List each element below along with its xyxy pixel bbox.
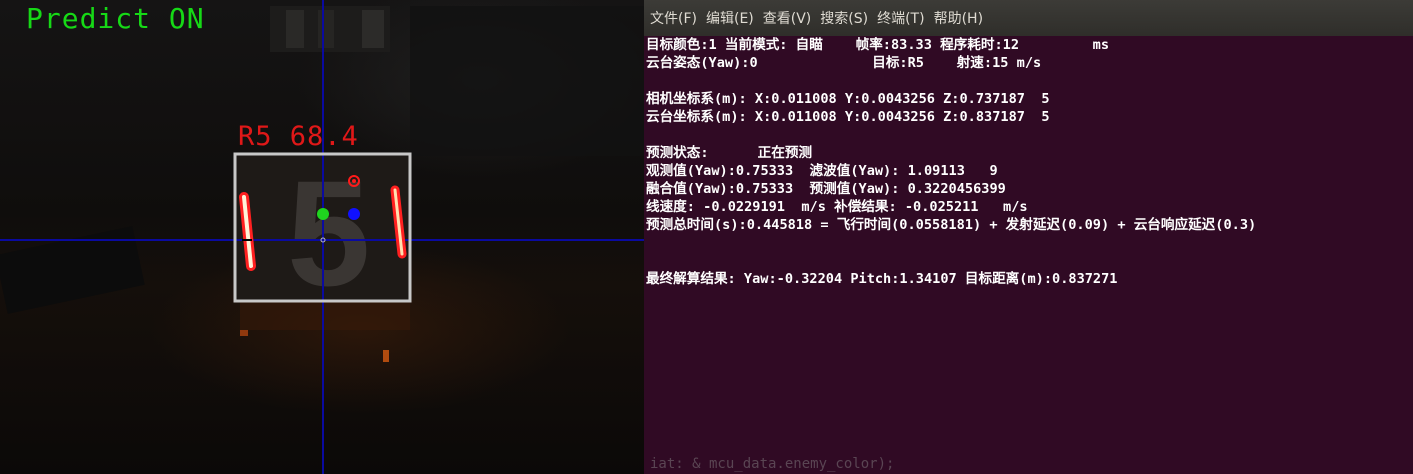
output-line-observed-value: 观测值(Yaw):0.75333 滤波值(Yaw): 1.09113 9 [646,163,998,179]
menu-view[interactable]: 查看(V) [763,6,812,30]
armor-number-digit: 5 [287,149,370,317]
output-line-velocity: 线速度: -0.0229191 m/s 补偿结果: -0.025211 m/s [646,199,1028,215]
output-line-final-result: 最终解算结果: Yaw:-0.32204 Pitch:1.34107 目标距离(… [646,271,1118,287]
camera-feed: 5 Predict ON R5 68.4 [0,0,644,474]
output-line-blank [646,126,1411,144]
output-line-total-time: 预测总时间(s):0.445818 = 飞行时间(0.0558181) + 发射… [646,217,1257,233]
menu-terminal[interactable]: 终端(T) [877,6,924,30]
output-line-camera-coords: 相机坐标系(m): X:0.011008 Y:0.0043256 Z:0.737… [646,91,1050,107]
red-marker-dot [352,179,356,183]
target-id-label: R5 68.4 [238,121,359,152]
reflection-light [240,330,248,336]
menu-file[interactable]: 文件(F) [650,6,697,30]
background-shape [286,10,304,48]
output-line-blank [646,252,1411,270]
camera-overlay: 5 [0,0,644,474]
output-line-blank [646,72,1411,90]
menu-search[interactable]: 搜索(S) [820,6,868,30]
green-marker-icon [317,208,329,220]
menu-edit[interactable]: 编辑(E) [706,6,754,30]
output-line-predict-state: 预测状态: 正在预测 [646,145,813,161]
reflection-light [383,350,389,362]
output-line-gimbal-coords: 云台坐标系(m): X:0.011008 Y:0.0043256 Z:0.837… [646,109,1050,125]
output-line-fused-value: 融合值(Yaw):0.75333 预测值(Yaw): 0.3220456399 [646,181,1006,197]
background-shape [318,10,334,48]
output-line-blank [646,234,1411,252]
terminal-window: 文件(F) 编辑(E) 查看(V) 搜索(S) 终端(T) 帮助(H) 目标颜色… [644,0,1413,474]
background-panel [410,6,644,156]
background-code-text: iat: & mcu_data.enemy_color); [650,456,895,472]
predict-status-label: Predict ON [26,2,205,35]
output-line-gimbal-attitude: 云台姿态(Yaw):0 目标:R5 射速:15 m/s [646,55,1042,71]
output-line-target-color: 目标颜色:1 当前模式: 自瞄 帧率:83.33 程序耗时:12 ms [646,37,1110,53]
terminal-output[interactable]: 目标颜色:1 当前模式: 自瞄 帧率:83.33 程序耗时:12 ms 云台姿态… [646,36,1411,474]
floor-glow [240,300,410,330]
blue-marker-icon [348,208,360,220]
background-shape [362,10,384,48]
terminal-menubar: 文件(F) 编辑(E) 查看(V) 搜索(S) 终端(T) 帮助(H) [644,0,1413,36]
menu-help[interactable]: 帮助(H) [934,6,983,30]
